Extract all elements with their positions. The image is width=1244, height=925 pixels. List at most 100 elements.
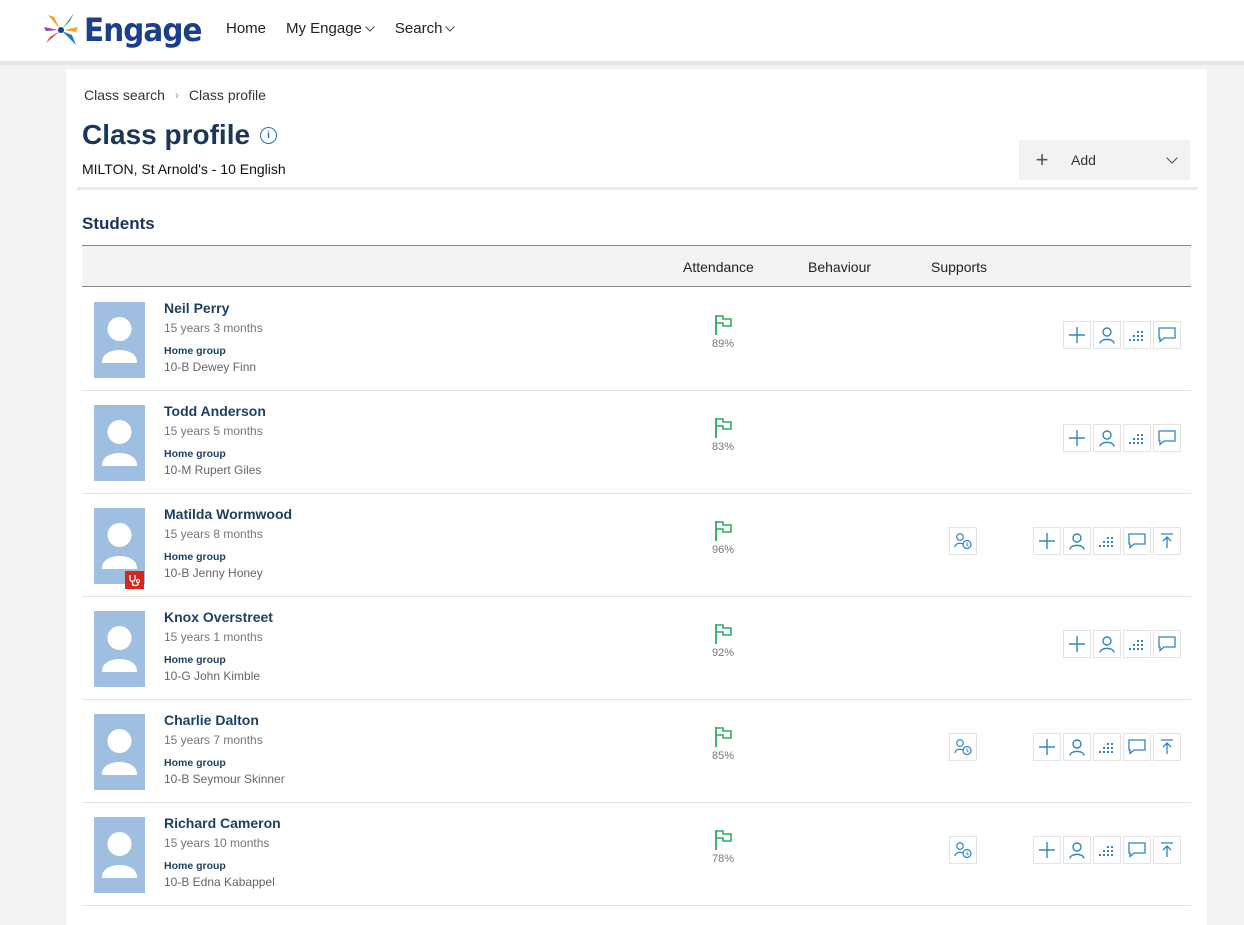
column-attendance[interactable]: Attendance <box>683 259 754 275</box>
row-actions <box>1063 630 1181 658</box>
plus-button[interactable] <box>1033 733 1061 761</box>
person-button[interactable] <box>1063 733 1091 761</box>
upload-button[interactable] <box>1153 836 1181 864</box>
plus-icon <box>1038 738 1056 756</box>
nav-my-engage-label: My Engage <box>286 20 362 37</box>
attendance-cell[interactable]: 92% <box>695 623 751 659</box>
student-name[interactable]: Matilda Wormwood <box>164 506 292 522</box>
student-row: Todd Anderson 15 years 5 months Home gro… <box>82 391 1191 494</box>
nav-my-engage[interactable]: My Engage <box>286 20 375 37</box>
column-behaviour[interactable]: Behaviour <box>808 259 871 275</box>
nav-home-label: Home <box>226 20 267 37</box>
flag-icon <box>695 520 751 542</box>
attendance-percent: 83% <box>711 441 735 453</box>
attendance-percent: 92% <box>711 647 735 659</box>
person-icon <box>1069 532 1085 550</box>
person-button[interactable] <box>1093 424 1121 452</box>
plus-button[interactable] <box>1063 321 1091 349</box>
engage-logo[interactable]: Engage <box>40 8 212 52</box>
person-icon <box>1099 429 1115 447</box>
support-plan-icon[interactable] <box>949 733 977 761</box>
home-group-value: 10-G John Kimble <box>164 669 261 683</box>
add-dropdown-button[interactable]: + Add <box>1019 140 1190 180</box>
attendance-cell[interactable]: 85% <box>695 726 751 762</box>
upload-icon <box>1160 739 1174 755</box>
chart-dots-button[interactable] <box>1093 527 1121 555</box>
student-row: Richard Cameron 15 years 10 months Home … <box>82 803 1191 906</box>
nav-search-label: Search <box>394 20 443 37</box>
plus-button[interactable] <box>1063 424 1091 452</box>
chart-dots-button[interactable] <box>1123 630 1151 658</box>
comment-icon <box>1158 430 1176 446</box>
student-avatar[interactable] <box>94 405 145 481</box>
row-actions <box>1063 424 1181 452</box>
student-avatar[interactable] <box>94 817 145 893</box>
chart-dots-button[interactable] <box>1093 733 1121 761</box>
student-age: 15 years 3 months <box>164 321 263 335</box>
flag-icon <box>695 726 751 748</box>
comment-button[interactable] <box>1123 836 1151 864</box>
top-navigation-bar: Engage Home My Engage Search <box>0 0 1244 65</box>
person-button[interactable] <box>1093 321 1121 349</box>
attendance-cell[interactable]: 78% <box>695 829 751 865</box>
flag-icon <box>695 623 751 645</box>
plus-icon <box>1068 635 1086 653</box>
comment-button[interactable] <box>1123 527 1151 555</box>
home-group-label: Home group <box>164 860 226 872</box>
comment-button[interactable] <box>1123 733 1151 761</box>
student-age: 15 years 7 months <box>164 733 263 747</box>
chart-dots-icon <box>1098 740 1116 754</box>
student-name[interactable]: Todd Anderson <box>164 403 266 419</box>
chart-dots-icon <box>1098 843 1116 857</box>
flag-icon <box>695 314 751 336</box>
plus-button[interactable] <box>1033 527 1061 555</box>
person-icon <box>1069 841 1085 859</box>
student-name[interactable]: Charlie Dalton <box>164 712 259 728</box>
breadcrumb-separator-icon: › <box>174 88 179 102</box>
person-icon <box>1099 635 1115 653</box>
breadcrumb-class-profile: Class profile <box>188 87 266 103</box>
person-button[interactable] <box>1063 836 1091 864</box>
person-button[interactable] <box>1063 527 1091 555</box>
chart-dots-button[interactable] <box>1123 424 1151 452</box>
page-title-text: Class profile <box>82 119 251 150</box>
home-group-label: Home group <box>164 757 226 769</box>
student-age: 15 years 8 months <box>164 527 263 541</box>
student-name[interactable]: Richard Cameron <box>164 815 281 831</box>
comment-button[interactable] <box>1153 321 1181 349</box>
attendance-cell[interactable]: 83% <box>695 417 751 453</box>
support-plan-icon[interactable] <box>949 527 977 555</box>
chart-dots-icon <box>1128 328 1146 342</box>
person-button[interactable] <box>1093 630 1121 658</box>
upload-button[interactable] <box>1153 733 1181 761</box>
plus-button[interactable] <box>1033 836 1061 864</box>
class-subtitle: MILTON, St Arnold's - 10 English <box>82 161 286 177</box>
upload-button[interactable] <box>1153 527 1181 555</box>
comment-button[interactable] <box>1153 630 1181 658</box>
info-icon[interactable]: i <box>260 126 278 144</box>
home-group-label: Home group <box>164 654 226 666</box>
student-name[interactable]: Knox Overstreet <box>164 609 273 625</box>
breadcrumb-class-search[interactable]: Class search <box>84 87 165 103</box>
stethoscope-icon[interactable] <box>125 571 144 589</box>
chevron-down-icon <box>365 25 375 32</box>
divider <box>77 187 1198 190</box>
attendance-percent: 85% <box>711 750 735 762</box>
nav-home[interactable]: Home <box>226 20 266 37</box>
main-nav: Home My Engage Search <box>226 20 456 37</box>
chart-dots-button[interactable] <box>1123 321 1151 349</box>
home-group-label: Home group <box>164 448 226 460</box>
student-avatar[interactable] <box>94 714 145 790</box>
support-plan-icon[interactable] <box>949 836 977 864</box>
student-avatar[interactable] <box>94 611 145 687</box>
attendance-cell[interactable]: 96% <box>695 520 751 556</box>
attendance-cell[interactable]: 89% <box>695 314 751 350</box>
comment-button[interactable] <box>1153 424 1181 452</box>
chart-dots-button[interactable] <box>1093 836 1121 864</box>
attendance-percent: 89% <box>711 338 735 350</box>
nav-search[interactable]: Search <box>395 20 456 37</box>
student-avatar[interactable] <box>94 302 145 378</box>
column-supports[interactable]: Supports <box>931 259 987 275</box>
student-name[interactable]: Neil Perry <box>164 300 229 316</box>
plus-button[interactable] <box>1063 630 1091 658</box>
